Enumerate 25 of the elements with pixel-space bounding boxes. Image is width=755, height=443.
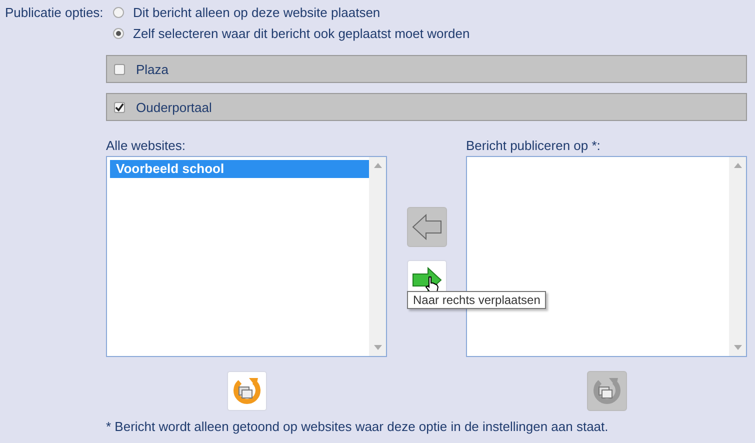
checkbox-label: Plaza [136,62,169,76]
checkbox[interactable] [114,64,125,74]
tooltip: Naar rechts verplaatsen [407,291,546,309]
refresh-icon [232,376,262,406]
list-label: Alle websites: [106,138,186,155]
scroll-down-icon[interactable] [734,345,742,350]
list-label: Bericht publiceren op *: [466,138,602,155]
checkbox[interactable] [114,102,125,112]
left-arrow-icon [410,213,442,241]
website-list[interactable]: Voorbeeld school [106,156,387,357]
radio-label: Zelf selecteren waar dit bericht ook geplaatst moet worden [133,26,470,41]
reset-button[interactable] [226,371,266,411]
footnote: * Bericht wordt alleen getoond op websites waar deze optie in de instellingen aan staat. [106,419,610,434]
radio-button[interactable] [113,7,124,18]
radio-label: Dit bericht alleen op deze website plaatsen [133,5,380,20]
field-label: Publicatie opties: [5,4,104,22]
radio-button[interactable] [113,28,124,39]
list-item[interactable]: Voorbeeld school [110,160,369,178]
scroll-down-icon[interactable] [374,345,382,350]
checkbox-label: Ouderportaal [136,100,212,114]
scrollbar[interactable] [369,157,386,356]
scroll-up-icon[interactable] [734,163,742,168]
scrollbar[interactable] [729,157,746,356]
scroll-up-icon[interactable] [374,163,382,168]
refresh-icon [592,376,622,406]
